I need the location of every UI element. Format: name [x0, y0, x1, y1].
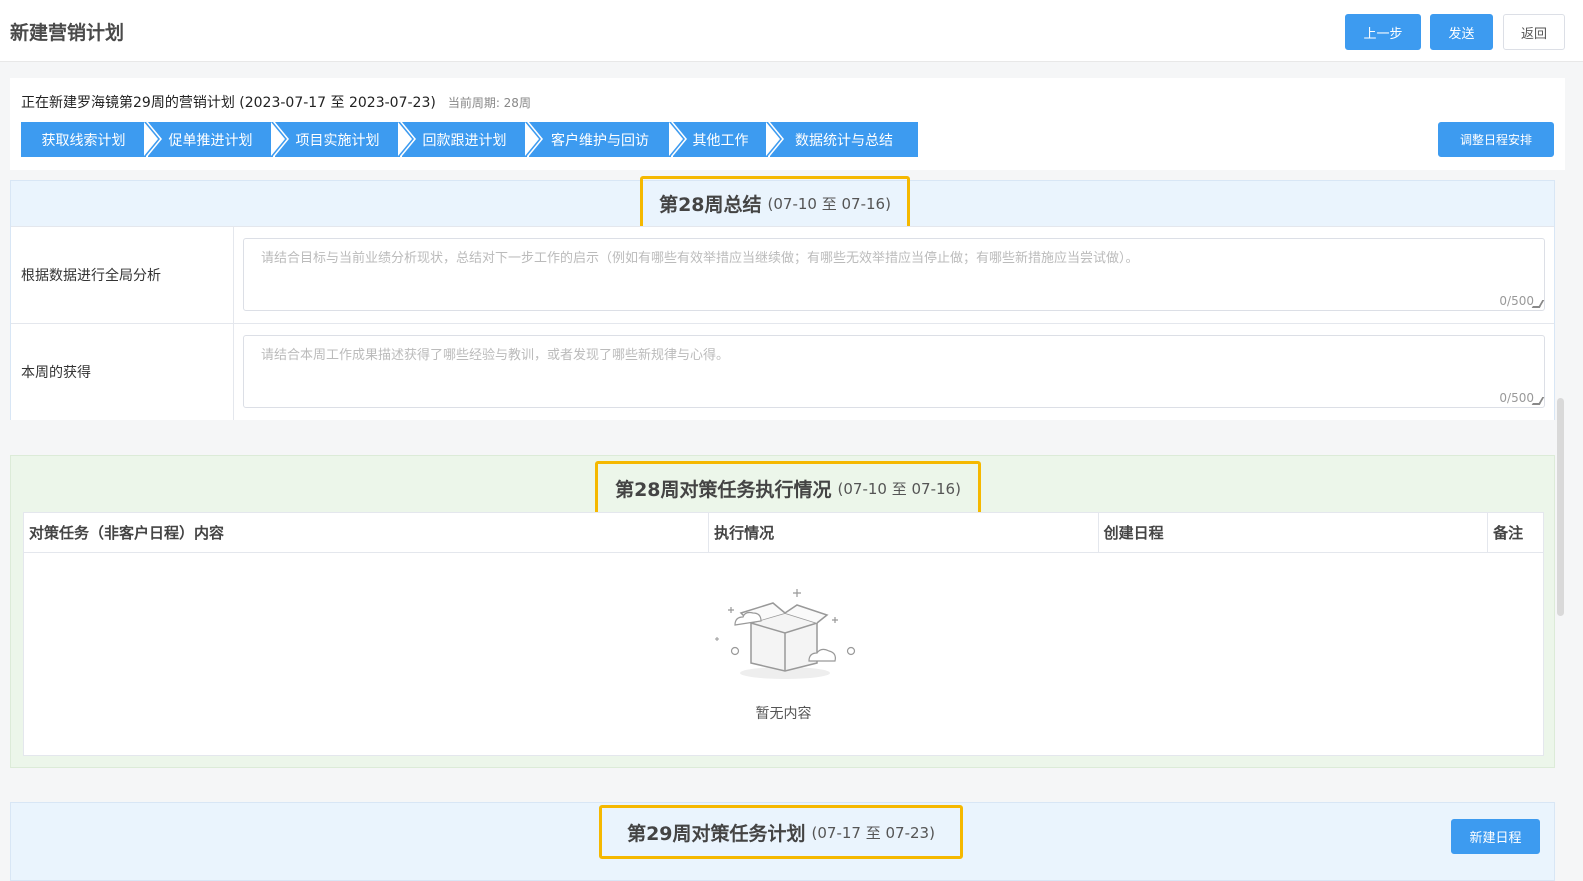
plan-range: (07-17 至 07-23): [811, 823, 935, 842]
column-header: 执行情况: [709, 513, 1099, 552]
summary-row: 本周的获得 请结合本周工作成果描述获得了哪些经验与教训，或者发现了哪些新规律与心…: [11, 323, 1554, 420]
char-counter: 0/500: [1499, 294, 1534, 308]
plan-title-box: 第29周对策任务计划 (07-17 至 07-23): [599, 805, 963, 859]
scrollbar-thumb[interactable]: [1557, 398, 1564, 616]
step-other-work[interactable]: 其他工作: [673, 121, 784, 157]
step-label: 回款跟进计划: [422, 132, 507, 149]
step-label: 项目实施计划: [295, 132, 380, 149]
char-counter: 0/500: [1499, 391, 1534, 405]
plan-info: 正在新建罗海镜第29周的营销计划 (2023-07-17 至 2023-07-2…: [21, 92, 531, 112]
step-lead-plan[interactable]: 获取线索计划: [21, 121, 162, 157]
analysis-textarea[interactable]: 请结合目标与当前业绩分析现状，总结对下一步工作的启示（例如有哪些有效举措应当继续…: [243, 238, 1545, 311]
prev-step-button[interactable]: 上一步: [1345, 14, 1421, 50]
step-label: 数据统计与总结: [795, 132, 893, 149]
step-arrow: [766, 121, 782, 156]
step-label: 客户维护与回访: [551, 132, 649, 149]
textarea-placeholder: 请结合目标与当前业绩分析现状，总结对下一步工作的启示（例如有哪些有效举措应当继续…: [261, 251, 1139, 266]
summary-range: (07-10 至 07-16): [767, 195, 891, 213]
task-table: 对策任务（非客户日程）内容 执行情况 创建日程 备注 暂无内容: [23, 512, 1544, 756]
step-arrow: [271, 121, 287, 156]
current-period: 当前周期: 28周: [447, 96, 531, 110]
row-label: 本周的获得: [11, 324, 234, 420]
new-schedule-button[interactable]: 新建日程: [1451, 819, 1540, 854]
step-arrow: [144, 121, 160, 156]
empty-state: 暂无内容: [24, 553, 1543, 755]
step-deal-plan[interactable]: 促单推进计划: [148, 121, 289, 157]
summary-title-box: 第28周总结 (07-10 至 07-16): [640, 176, 910, 231]
step-payment-plan[interactable]: 回款跟进计划: [402, 121, 543, 157]
plan-title: 第29周对策任务计划: [627, 822, 806, 845]
row-field: 请结合本周工作成果描述获得了哪些经验与教训，或者发现了哪些新规律与心得。 0/5…: [234, 324, 1554, 420]
step-nav: 获取线索计划 促单推进计划 项目实施计划 回款跟进计划 客户维护与回访 其他工作: [21, 121, 920, 157]
step-arrow: [525, 121, 541, 156]
send-button[interactable]: 发送: [1430, 14, 1493, 50]
back-button[interactable]: 返回: [1503, 14, 1565, 50]
column-header: 备注: [1493, 524, 1524, 542]
row-label: 根据数据进行全局分析: [11, 227, 234, 323]
empty-text: 暂无内容: [755, 706, 812, 722]
step-arrow: [398, 121, 414, 156]
tasks-title: 第28周对策任务执行情况: [615, 479, 832, 501]
step-label: 获取线索计划: [41, 132, 126, 149]
summary-title: 第28周总结: [659, 194, 762, 216]
week-summary-section: 第28周总结 (07-10 至 07-16) 根据数据进行全局分析 请结合目标与…: [10, 176, 1555, 420]
plan-info-text: 正在新建罗海镜第29周的营销计划 (2023-07-17 至 2023-07-2…: [21, 95, 436, 111]
page-title: 新建营销计划: [10, 22, 125, 44]
step-label: 其他工作: [692, 132, 749, 149]
step-data-summary[interactable]: 数据统计与总结: [770, 122, 918, 157]
textarea-placeholder: 请结合本周工作成果描述获得了哪些经验与教训，或者发现了哪些新规律与心得。: [261, 348, 730, 363]
step-label: 促单推进计划: [168, 132, 253, 149]
gains-textarea[interactable]: 请结合本周工作成果描述获得了哪些经验与教训，或者发现了哪些新规律与心得。 0/5…: [243, 335, 1545, 408]
row-field: 请结合目标与当前业绩分析现状，总结对下一步工作的启示（例如有哪些有效举措应当继续…: [234, 227, 1554, 323]
summary-form: 根据数据进行全局分析 请结合目标与当前业绩分析现状，总结对下一步工作的启示（例如…: [11, 226, 1554, 420]
column-header: 创建日程: [1099, 513, 1489, 552]
adjust-schedule-button[interactable]: 调整日程安排: [1438, 122, 1554, 157]
task-plan-section: 第29周对策任务计划 (07-17 至 07-23) 新建日程: [10, 802, 1555, 881]
task-execution-section: 第28周对策任务执行情况 (07-10 至 07-16) 对策任务（非客户日程）…: [10, 455, 1555, 768]
step-project-plan[interactable]: 项目实施计划: [275, 121, 416, 157]
top-bar: 新建营销计划 上一步 发送 返回: [0, 0, 1583, 62]
tasks-range: (07-10 至 07-16): [837, 480, 961, 498]
summary-row: 根据数据进行全局分析 请结合目标与当前业绩分析现状，总结对下一步工作的启示（例如…: [11, 226, 1554, 323]
plan-header: 正在新建罗海镜第29周的营销计划 (2023-07-17 至 2023-07-2…: [10, 78, 1565, 170]
table-header: 对策任务（非客户日程）内容 执行情况 创建日程 备注: [24, 513, 1543, 553]
step-customer-care[interactable]: 客户维护与回访: [529, 121, 687, 157]
column-header: 对策任务（非客户日程）内容: [24, 513, 710, 552]
step-arrow: [669, 121, 685, 156]
empty-box-icon: [715, 589, 856, 679]
tasks-title-box: 第28周对策任务执行情况 (07-10 至 07-16): [595, 461, 981, 516]
